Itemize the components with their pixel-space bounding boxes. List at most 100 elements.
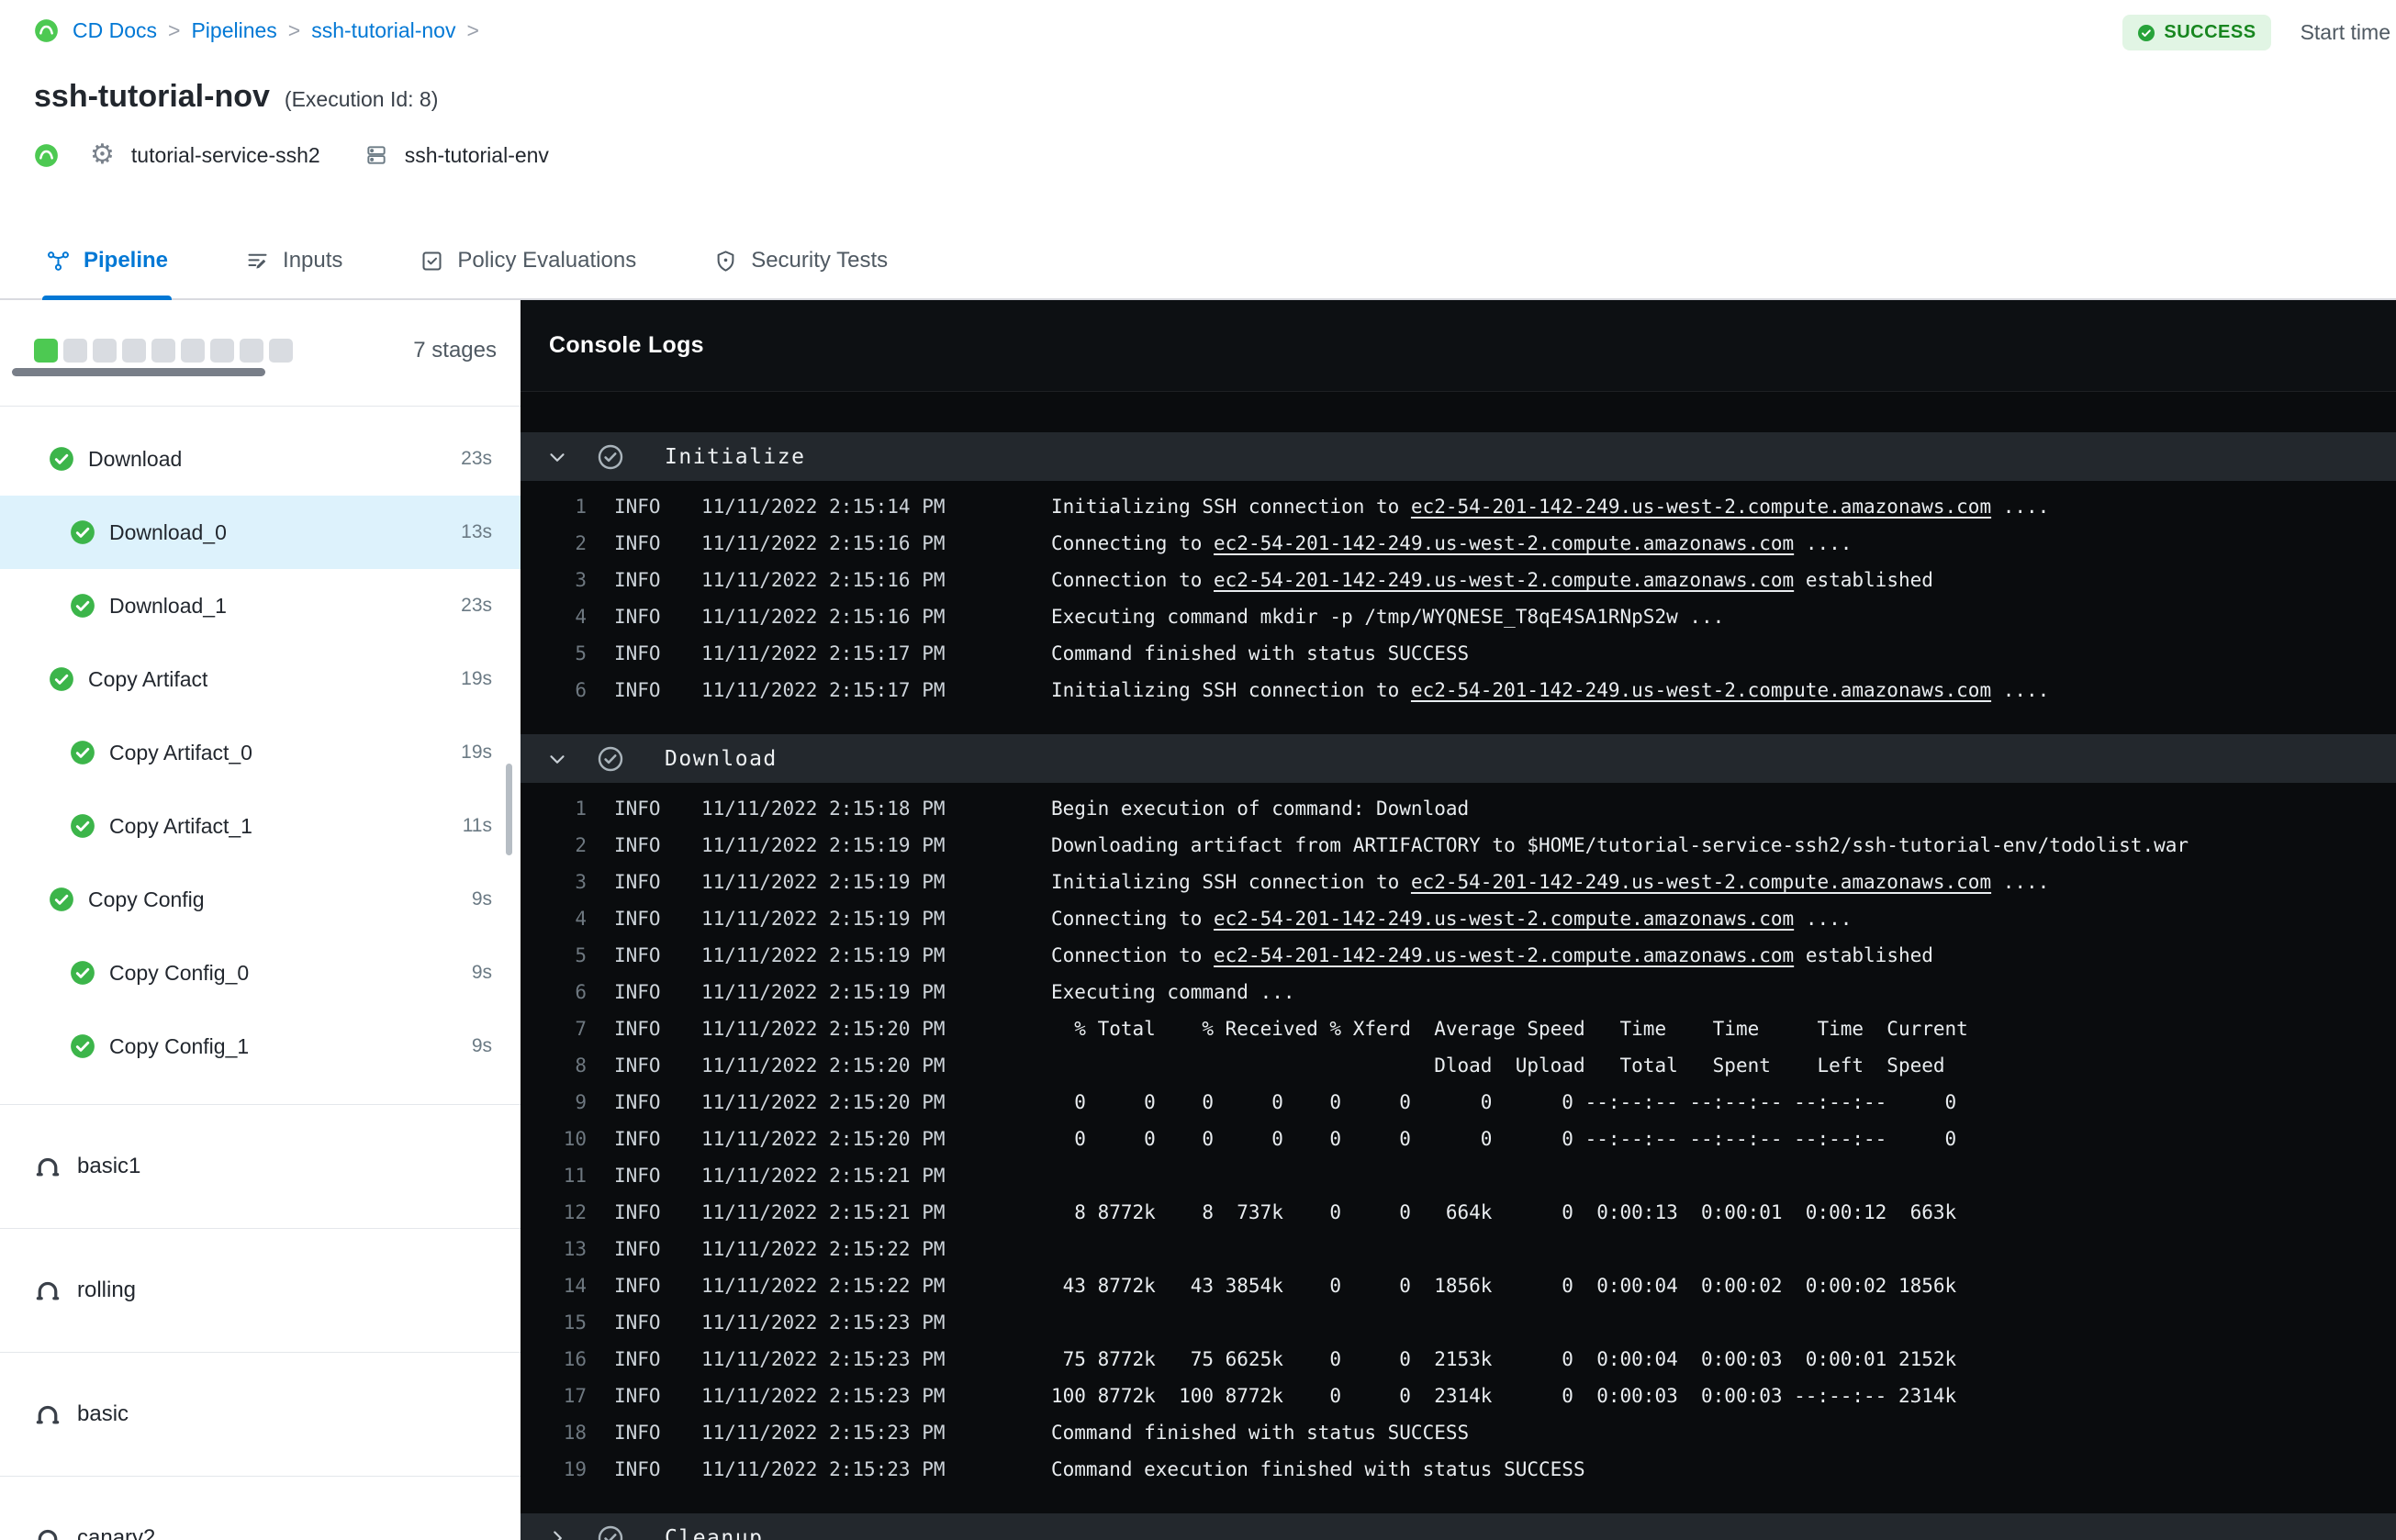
success-check-icon (71, 594, 95, 618)
environment-name[interactable]: ssh-tutorial-env (405, 143, 549, 168)
stage-label: Download (88, 446, 183, 471)
log-level: INFO (614, 1458, 661, 1480)
log-text: Connection to (1051, 569, 1215, 591)
stage-row-download[interactable]: Download 23s (0, 422, 521, 496)
pipeline-item-canary2[interactable]: canary2 (0, 1476, 521, 1540)
minimap-square[interactable] (181, 339, 205, 363)
log-timestamp: 11/11/2022 2:15:14 PM (701, 496, 946, 518)
log-text: .... (1991, 496, 2050, 518)
section-success-icon (597, 745, 624, 773)
log-timestamp: 11/11/2022 2:15:23 PM (701, 1311, 946, 1334)
log-section-download[interactable]: Download (521, 734, 2396, 783)
log-line-number: 18 (563, 1422, 587, 1444)
log-timestamp: 11/11/2022 2:15:21 PM (701, 1165, 946, 1187)
minimap-square[interactable] (151, 339, 175, 363)
environment-icon (364, 143, 388, 167)
log-line-number: 1 (575, 798, 587, 820)
log-line: 6 INFO 11/11/2022 2:15:17 PM Initializing S… (521, 672, 2396, 709)
pipeline-icon (36, 1281, 60, 1300)
tab-inputs[interactable]: Inputs (245, 223, 342, 298)
log-text: Executing command mkdir -p /tmp/WYQNESE_… (1051, 606, 1725, 628)
stage-row-copy-artifact[interactable]: Copy Artifact 19s (0, 642, 521, 716)
log-text: Command finished with status SUCCESS (1051, 642, 1470, 664)
breadcrumb-links: CD Docs > Pipelines > ssh-tutorial-nov > (73, 18, 490, 43)
log-level: INFO (614, 981, 661, 1003)
chevron-down-icon[interactable] (545, 747, 569, 771)
log-timestamp: 11/11/2022 2:15:19 PM (701, 944, 946, 966)
log-message: Connection to ec2-54-201-142-249.us-west… (1051, 944, 1933, 966)
stage-duration: 19s (461, 742, 492, 763)
log-level: INFO (614, 944, 661, 966)
log-section-initialize[interactable]: Initialize (521, 432, 2396, 481)
log-level: INFO (614, 1165, 661, 1187)
log-text: .... (1794, 532, 1853, 554)
breadcrumb-link-ssh-tutorial-nov[interactable]: ssh-tutorial-nov (311, 18, 455, 43)
log-text: established (1794, 569, 1933, 591)
stage-row-copy-config-1[interactable]: Copy Config_1 9s (0, 1010, 521, 1083)
log-timestamp: 11/11/2022 2:15:19 PM (701, 981, 946, 1003)
minimap-square[interactable] (63, 339, 87, 363)
log-message: Initializing SSH connection to ec2-54-20… (1051, 496, 2049, 518)
pipeline-item-rolling[interactable]: rolling (0, 1228, 521, 1352)
stage-row-copy-artifact-0[interactable]: Copy Artifact_0 19s (0, 716, 521, 789)
page-title: ssh-tutorial-nov (34, 79, 270, 114)
minimap-square[interactable] (269, 339, 293, 363)
stage-row-download-1[interactable]: Download_1 23s (0, 569, 521, 642)
breadcrumb-link-cd-docs[interactable]: CD Docs (73, 18, 157, 43)
tab-pipeline[interactable]: Pipeline (41, 223, 173, 300)
minimap-scrollbar[interactable] (12, 368, 265, 376)
stage-duration: 23s (461, 448, 492, 469)
harness-cd-module-icon (34, 143, 59, 168)
sidebar-scrollbar[interactable] (506, 764, 512, 855)
breadcrumb-link-pipelines[interactable]: Pipelines (191, 18, 276, 43)
log-message: Initializing SSH connection to ec2-54-20… (1051, 679, 2049, 701)
log-line-number: 11 (563, 1165, 587, 1187)
stage-label: Copy Artifact_0 (109, 740, 252, 764)
log-level: INFO (614, 871, 661, 893)
chevron-right-icon[interactable] (545, 1526, 569, 1540)
log-line-number: 3 (575, 569, 587, 591)
pipeline-icon (36, 1405, 60, 1424)
pipeline-item-basic1[interactable]: basic1 (0, 1104, 521, 1228)
stage-row-copy-artifact-1[interactable]: Copy Artifact_1 11s (0, 789, 521, 863)
minimap-square[interactable] (93, 339, 117, 363)
log-text: Connecting to (1051, 532, 1215, 554)
content-area: 7 stages Download 23s Download_0 13s Downloa… (0, 300, 2396, 1540)
pipeline-label: canary2 (77, 1525, 156, 1540)
minimap-square[interactable] (240, 339, 263, 363)
log-section-cleanup[interactable]: Cleanup (521, 1513, 2396, 1540)
tab-policy-evaluations[interactable]: Policy Evaluations (420, 223, 636, 298)
log-message: Connecting to ec2-54-201-142-249.us-west… (1051, 532, 1852, 554)
log-text: 8 8772k 8 737k 0 0 664k 0 0:00:13 0:00:0… (1051, 1201, 1957, 1223)
minimap-square[interactable] (210, 339, 234, 363)
chevron-down-icon[interactable] (545, 445, 569, 469)
log-level: INFO (614, 1422, 661, 1444)
log-text: Initializing SSH connection to (1051, 679, 1411, 701)
minimap-square[interactable] (122, 339, 146, 363)
log-line: 1 INFO 11/11/2022 2:15:18 PM Begin executio… (521, 790, 2396, 827)
stage-label: Copy Artifact (88, 666, 208, 691)
log-section-title: Initialize (665, 444, 806, 469)
stage-row-copy-config[interactable]: Copy Config 9s (0, 863, 521, 936)
stage-row-copy-config-0[interactable]: Copy Config_0 9s (0, 936, 521, 1010)
log-message: 100 8772k 100 8772k 0 0 2314k 0 0:00:03 … (1051, 1385, 1956, 1407)
log-level: INFO (614, 496, 661, 518)
log-line-number: 1 (575, 496, 587, 518)
pipeline-item-basic[interactable]: basic (0, 1352, 521, 1476)
stage-row-download-0[interactable]: Download_0 13s (0, 496, 521, 569)
service-name[interactable]: tutorial-service-ssh2 (131, 143, 320, 168)
log-line: 11 INFO 11/11/2022 2:15:21 PM (521, 1157, 2396, 1194)
success-check-icon (50, 887, 73, 911)
log-line-number: 2 (575, 532, 587, 554)
log-level: INFO (614, 1128, 661, 1150)
log-line-number: 15 (563, 1311, 587, 1334)
log-timestamp: 11/11/2022 2:15:20 PM (701, 1128, 946, 1150)
log-message: 8 8772k 8 737k 0 0 664k 0 0:00:13 0:00:0… (1051, 1201, 1956, 1223)
log-timestamp: 11/11/2022 2:15:19 PM (701, 908, 946, 930)
log-line-number: 13 (563, 1238, 587, 1260)
log-timestamp: 11/11/2022 2:15:20 PM (701, 1091, 946, 1113)
minimap-square[interactable] (34, 339, 58, 363)
tab-security-tests[interactable]: Security Tests (713, 223, 888, 298)
log-text: 0 0 0 0 0 0 0 0 --:--:-- --:--:-- --:--:… (1051, 1128, 1957, 1150)
log-line: 2 INFO 11/11/2022 2:15:16 PM Connecting to … (521, 525, 2396, 562)
